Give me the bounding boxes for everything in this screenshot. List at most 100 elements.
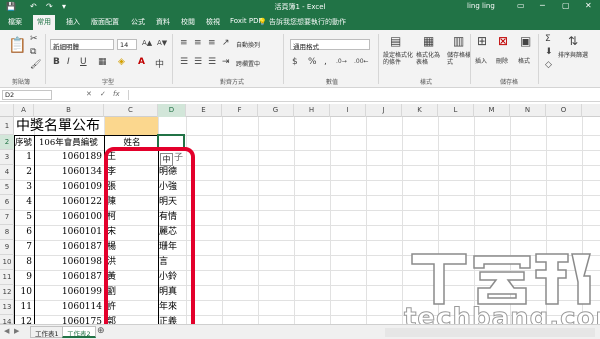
align-right-icon[interactable]: ☰ bbox=[208, 57, 216, 67]
member-id-cell[interactable]: 1060189 bbox=[34, 150, 104, 164]
insert-cells-button[interactable]: 插入 bbox=[475, 56, 487, 65]
member-id-cell[interactable]: 1060122 bbox=[34, 195, 104, 209]
column-header-c[interactable]: C bbox=[104, 104, 158, 117]
increase-font-icon[interactable]: A▲ bbox=[142, 39, 152, 47]
column-header-m[interactable]: M bbox=[474, 104, 510, 117]
name-box[interactable]: D2 bbox=[2, 90, 52, 100]
number-format-select[interactable]: 通用格式 bbox=[290, 39, 370, 51]
seq-cell[interactable]: 11 bbox=[14, 300, 34, 314]
column-header-g[interactable]: G bbox=[258, 104, 294, 117]
seq-cell[interactable]: 12 bbox=[14, 315, 34, 324]
column-header-h[interactable]: H bbox=[294, 104, 330, 117]
formula-input[interactable] bbox=[128, 90, 598, 100]
insert-function-icon[interactable]: fx bbox=[113, 90, 120, 98]
clear-icon[interactable]: ◇ bbox=[545, 60, 552, 70]
conditional-format-button[interactable]: 設定格式化的條件 bbox=[383, 52, 413, 66]
sheet-tab-2[interactable]: 工作表2 bbox=[62, 326, 96, 338]
column-header-e[interactable]: E bbox=[186, 104, 222, 117]
header-seq-cell[interactable]: 序號 bbox=[15, 136, 32, 150]
seq-cell[interactable]: 5 bbox=[14, 210, 34, 224]
scroll-right-icon[interactable]: ▶ bbox=[14, 327, 19, 335]
add-sheet-icon[interactable]: ⊕ bbox=[97, 326, 105, 336]
currency-icon[interactable]: $ bbox=[292, 57, 298, 67]
format-cells-button[interactable]: 格式 bbox=[518, 56, 530, 65]
cell-styles-button[interactable]: 儲存格樣式 bbox=[447, 52, 471, 66]
wrap-text-button[interactable]: 自動換列 bbox=[236, 40, 260, 49]
row-header-1[interactable]: 1 bbox=[0, 117, 14, 135]
conditional-format-icon[interactable]: ▤ bbox=[390, 34, 401, 48]
font-size-select[interactable]: 14 bbox=[117, 39, 137, 50]
column-header-l[interactable]: L bbox=[438, 104, 474, 117]
font-color-icon[interactable]: A bbox=[138, 57, 145, 67]
column-header-a[interactable]: A bbox=[14, 104, 34, 117]
tab-formulas[interactable]: 公式 bbox=[131, 17, 145, 27]
select-all-corner[interactable] bbox=[0, 104, 14, 117]
copy-icon[interactable]: ⧉ bbox=[30, 47, 36, 57]
tab-insert[interactable]: 插入 bbox=[66, 17, 80, 27]
increase-decimal-icon[interactable]: .0→ bbox=[336, 58, 347, 65]
row-header-3[interactable]: 3 bbox=[0, 150, 14, 165]
cell-styles-icon[interactable]: ▥ bbox=[453, 34, 464, 48]
merge-center-button[interactable]: 跨欄置中 bbox=[236, 59, 260, 68]
align-center-icon[interactable]: ☰ bbox=[194, 57, 202, 67]
seq-cell[interactable]: 1 bbox=[14, 150, 34, 164]
scroll-left-icon[interactable]: ◀ bbox=[4, 327, 9, 335]
cancel-entry-icon[interactable]: ✕ bbox=[86, 90, 92, 98]
cut-icon[interactable]: ✂ bbox=[30, 34, 38, 44]
confirm-entry-icon[interactable]: ✓ bbox=[100, 90, 106, 98]
seq-cell[interactable]: 6 bbox=[14, 225, 34, 239]
column-header-f[interactable]: F bbox=[222, 104, 258, 117]
member-id-cell[interactable]: 1060109 bbox=[34, 180, 104, 194]
bold-icon[interactable]: B bbox=[53, 57, 60, 67]
seq-cell[interactable]: 2 bbox=[14, 165, 34, 179]
row-header-6[interactable]: 6 bbox=[0, 195, 14, 210]
underline-icon[interactable]: U bbox=[80, 57, 87, 67]
member-id-cell[interactable]: 1060199 bbox=[34, 285, 104, 299]
sheet-tab-1[interactable]: 工作表1 bbox=[30, 326, 64, 338]
row-header-9[interactable]: 9 bbox=[0, 240, 14, 255]
indent-icon[interactable]: ⇥ bbox=[222, 57, 230, 67]
sort-filter-button[interactable]: 排序與篩選 bbox=[558, 52, 592, 59]
seq-cell[interactable]: 8 bbox=[14, 255, 34, 269]
column-header-n[interactable]: N bbox=[510, 104, 546, 117]
phonetic-icon[interactable]: 中 bbox=[155, 57, 164, 70]
member-id-cell[interactable]: 1060134 bbox=[34, 165, 104, 179]
delete-cells-icon[interactable]: ⊠ bbox=[498, 34, 508, 48]
sort-filter-icon[interactable]: ⇅ bbox=[568, 34, 578, 48]
tab-view[interactable]: 檢視 bbox=[206, 17, 220, 27]
tell-me-box[interactable]: 💡 告訴我您想要執行的動作 bbox=[258, 17, 346, 27]
align-left-icon[interactable]: ☰ bbox=[180, 57, 188, 67]
format-as-table-icon[interactable]: ▦ bbox=[423, 34, 434, 48]
seq-cell[interactable]: 9 bbox=[14, 270, 34, 284]
column-header-k[interactable]: K bbox=[402, 104, 438, 117]
align-top-icon[interactable]: ≡ bbox=[180, 38, 188, 48]
column-header-d[interactable]: D bbox=[158, 104, 186, 117]
format-painter-icon[interactable]: 🖌 bbox=[30, 60, 41, 70]
row-header-14[interactable]: 14 bbox=[0, 315, 14, 326]
row-header-5[interactable]: 5 bbox=[0, 180, 14, 195]
tab-file[interactable]: 檔案 bbox=[8, 17, 22, 27]
member-id-cell[interactable]: 1060187 bbox=[34, 240, 104, 254]
header-id-cell[interactable]: 106年會員編號 bbox=[39, 136, 98, 150]
close-icon[interactable]: ✕ bbox=[585, 1, 592, 10]
member-id-cell[interactable]: 1060100 bbox=[34, 210, 104, 224]
row-header-4[interactable]: 4 bbox=[0, 165, 14, 180]
column-header-b[interactable]: B bbox=[34, 104, 104, 117]
seq-cell[interactable]: 4 bbox=[14, 195, 34, 209]
align-bottom-icon[interactable]: ≡ bbox=[208, 38, 216, 48]
delete-cells-button[interactable]: 刪除 bbox=[496, 56, 508, 65]
seq-cell[interactable]: 10 bbox=[14, 285, 34, 299]
minimize-icon[interactable]: ─ bbox=[540, 1, 545, 10]
row-header-2[interactable]: 2 bbox=[0, 135, 14, 150]
member-id-cell[interactable]: 1060175 bbox=[34, 315, 104, 324]
autosum-icon[interactable]: Σ bbox=[545, 34, 551, 44]
borders-icon[interactable]: ▦ bbox=[98, 57, 107, 67]
row-header-7[interactable]: 7 bbox=[0, 210, 14, 225]
insert-cells-icon[interactable]: ⊞ bbox=[477, 34, 487, 48]
format-as-table-button[interactable]: 格式化為表格 bbox=[416, 52, 444, 66]
align-middle-icon[interactable]: ≡ bbox=[194, 38, 202, 48]
row-header-11[interactable]: 11 bbox=[0, 270, 14, 285]
tab-page-layout[interactable]: 版面配置 bbox=[91, 17, 119, 27]
fill-icon[interactable]: ⬇ bbox=[545, 47, 553, 57]
ribbon-display-icon[interactable]: ▭ bbox=[517, 1, 525, 10]
